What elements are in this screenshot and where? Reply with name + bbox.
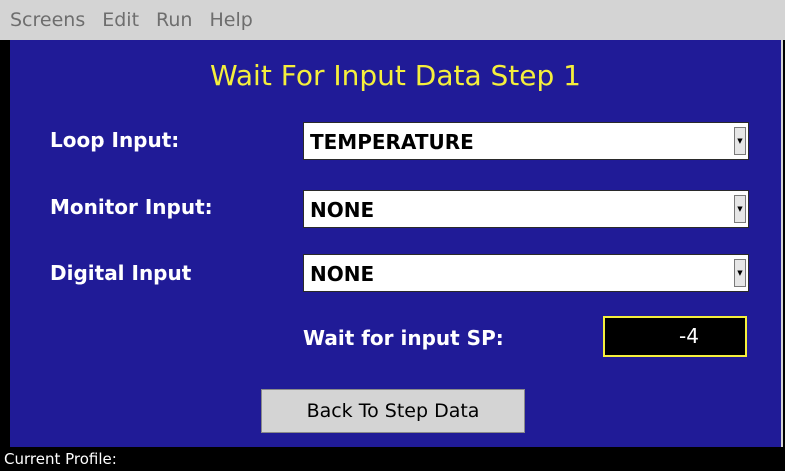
digital-input-value: NONE: [310, 262, 375, 286]
menu-bar: Screens Edit Run Help: [0, 0, 785, 40]
back-to-step-data-button[interactable]: Back To Step Data: [261, 389, 525, 433]
chevron-down-icon[interactable]: ▼: [734, 195, 746, 223]
wait-for-input-screen: Wait For Input Data Step 1 Loop Input: T…: [10, 40, 783, 447]
screen-title: Wait For Input Data Step 1: [210, 59, 581, 92]
loop-input-dropdown[interactable]: TEMPERATURE ▼: [303, 122, 749, 160]
wait-sp-field[interactable]: -4: [603, 316, 747, 357]
menu-help[interactable]: Help: [209, 9, 252, 31]
loop-input-value: TEMPERATURE: [310, 130, 474, 154]
chevron-down-icon[interactable]: ▼: [734, 127, 746, 155]
chevron-down-icon[interactable]: ▼: [734, 259, 746, 287]
left-border: [0, 40, 10, 447]
monitor-input-label: Monitor Input:: [50, 195, 213, 219]
status-bar: Current Profile:: [0, 447, 785, 471]
menu-run[interactable]: Run: [156, 9, 192, 31]
menu-edit[interactable]: Edit: [102, 9, 139, 31]
loop-input-label: Loop Input:: [50, 128, 180, 152]
menu-screens[interactable]: Screens: [10, 9, 85, 31]
digital-input-label: Digital Input: [50, 261, 192, 285]
wait-sp-label: Wait for input SP:: [303, 326, 504, 350]
monitor-input-dropdown[interactable]: NONE ▼: [303, 190, 749, 228]
monitor-input-value: NONE: [310, 198, 375, 222]
digital-input-dropdown[interactable]: NONE ▼: [303, 254, 749, 292]
